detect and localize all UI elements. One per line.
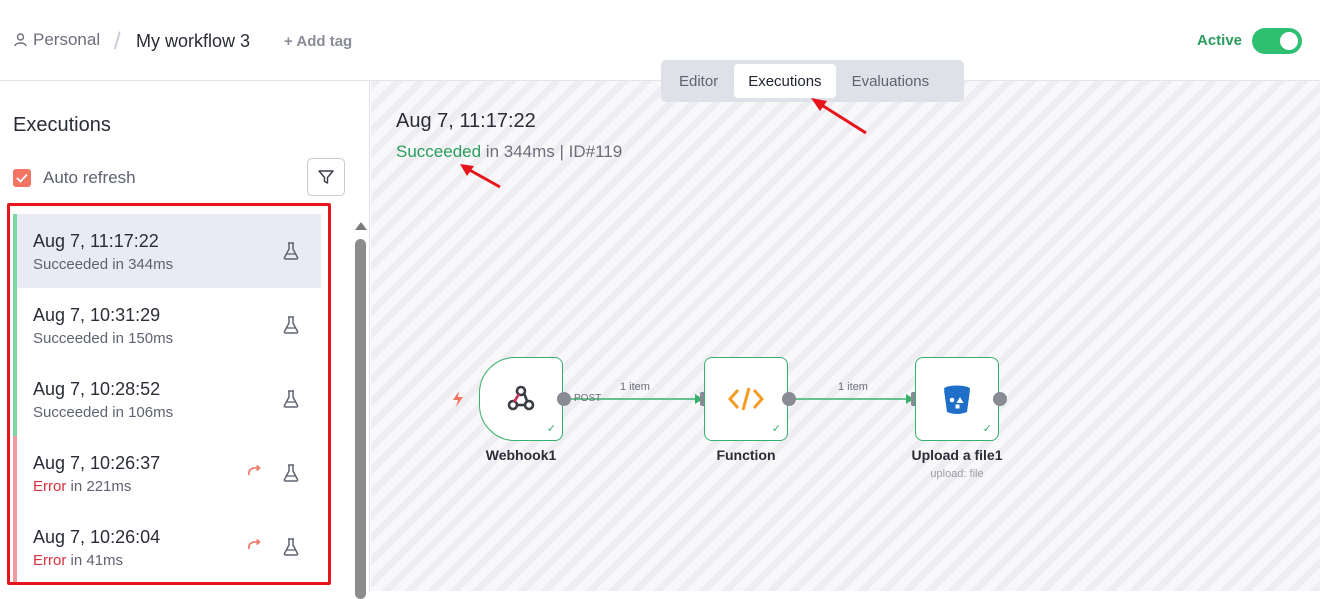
execution-time: Aug 7, 10:26:04 bbox=[33, 527, 161, 547]
annotation-arrow bbox=[460, 164, 501, 189]
status-duration: in 106ms bbox=[108, 404, 174, 421]
flask-icon[interactable] bbox=[283, 316, 299, 334]
executions-sidebar: Executions Auto refresh Aug 7, 11:17:22 … bbox=[0, 81, 370, 599]
breadcrumb-personal-label: Personal bbox=[33, 30, 101, 49]
workflow-title[interactable]: My workflow 3 bbox=[136, 31, 250, 52]
annotation-arrow bbox=[811, 98, 867, 135]
breadcrumb-personal[interactable]: Personal bbox=[14, 30, 100, 50]
breadcrumb-separator: / bbox=[114, 28, 121, 55]
node-label: Webhook1 bbox=[485, 447, 557, 463]
tab-evaluations[interactable]: Evaluations bbox=[838, 64, 944, 98]
execution-item[interactable]: Aug 7, 10:31:29 Succeeded in 150ms bbox=[13, 288, 321, 362]
connection-label: 1 item bbox=[620, 381, 650, 393]
success-check-icon: ✓ bbox=[982, 423, 992, 435]
toggle-knob bbox=[1280, 32, 1298, 50]
active-label: Active bbox=[1197, 32, 1243, 49]
execution-item[interactable]: Aug 7, 10:28:52 Succeeded in 106ms bbox=[13, 362, 321, 436]
connections-layer bbox=[570, 394, 914, 404]
trigger-bolt-icon bbox=[453, 391, 463, 407]
status-duration: in 344ms bbox=[108, 256, 174, 273]
node-upload-file[interactable]: ✓ bbox=[915, 357, 999, 441]
output-port[interactable] bbox=[993, 392, 1007, 406]
flask-icon[interactable] bbox=[283, 538, 299, 556]
tab-executions[interactable]: Executions bbox=[734, 64, 836, 98]
status-duration: in 41ms bbox=[66, 552, 124, 569]
execution-time: Aug 7, 10:31:29 bbox=[33, 305, 161, 325]
execution-time: Aug 7, 10:28:52 bbox=[33, 379, 161, 399]
node-subtitle: upload: file bbox=[930, 468, 984, 480]
execution-item[interactable]: Aug 7, 11:17:22 Succeeded in 344ms bbox=[13, 214, 321, 288]
filter-icon bbox=[318, 170, 334, 184]
execution-status: Succeeded in 150ms bbox=[33, 330, 173, 347]
user-icon bbox=[14, 33, 27, 47]
flask-icon[interactable] bbox=[283, 390, 299, 408]
status-bar bbox=[13, 510, 17, 584]
output-port[interactable] bbox=[782, 392, 796, 406]
execution-item[interactable]: Aug 7, 10:26:04 Error in 41ms bbox=[13, 510, 321, 584]
status-word: Succeeded bbox=[33, 404, 109, 421]
active-toggle[interactable] bbox=[1252, 28, 1302, 54]
filter-button[interactable] bbox=[307, 158, 345, 196]
flask-icon[interactable] bbox=[283, 242, 299, 260]
status-duration: in 150ms bbox=[108, 330, 174, 347]
execution-time: Aug 7, 10:26:37 bbox=[33, 453, 161, 473]
status-word: Error bbox=[33, 478, 67, 495]
execution-item[interactable]: Aug 7, 10:26:37 Error in 221ms bbox=[13, 436, 321, 510]
status-duration: in 221ms bbox=[66, 478, 132, 495]
execution-status: Error in 221ms bbox=[33, 478, 131, 495]
auto-refresh-label[interactable]: Auto refresh bbox=[43, 168, 136, 188]
output-port[interactable] bbox=[557, 392, 571, 406]
execution-status: Succeeded in 106ms bbox=[33, 404, 173, 421]
workflow-header: Personal / My workflow 3 + Add tag Activ… bbox=[0, 0, 1320, 81]
execution-time: Aug 7, 11:17:22 bbox=[33, 231, 159, 251]
scroll-up-arrow[interactable] bbox=[355, 222, 367, 230]
node-label: Upload a file1 bbox=[911, 447, 1003, 463]
execution-status: Error in 41ms bbox=[33, 552, 123, 569]
status-word: Succeeded bbox=[33, 256, 109, 273]
method-label: POST bbox=[574, 393, 602, 404]
node-label: Function bbox=[716, 447, 776, 463]
status-bar bbox=[13, 436, 17, 510]
node-function[interactable]: ✓ bbox=[704, 357, 788, 441]
success-check-icon: ✓ bbox=[546, 423, 556, 435]
execution-status: Succeeded in 344ms bbox=[33, 256, 173, 273]
add-tag-button[interactable]: + Add tag bbox=[284, 33, 352, 50]
flask-icon[interactable] bbox=[283, 464, 299, 482]
auto-refresh-checkbox[interactable] bbox=[13, 169, 31, 187]
execution-list: Aug 7, 11:17:22 Succeeded in 344ms Aug 7… bbox=[13, 214, 321, 584]
retry-icon[interactable] bbox=[246, 463, 262, 479]
tab-editor[interactable]: Editor bbox=[665, 64, 732, 98]
node-webhook[interactable]: ✓ bbox=[479, 357, 563, 441]
status-bar bbox=[13, 288, 17, 362]
status-bar bbox=[13, 362, 17, 436]
check-icon bbox=[16, 173, 28, 183]
retry-icon[interactable] bbox=[246, 537, 262, 553]
status-bar bbox=[13, 214, 17, 288]
status-word: Succeeded bbox=[33, 330, 109, 347]
status-word: Error bbox=[33, 552, 67, 569]
sidebar-title: Executions bbox=[13, 114, 111, 136]
success-check-icon: ✓ bbox=[771, 423, 781, 435]
workflow-canvas[interactable]: Aug 7, 11:17:22 Succeeded in 344ms | ID#… bbox=[371, 81, 1320, 591]
connection-label: 1 item bbox=[838, 381, 868, 393]
scrollbar-thumb[interactable] bbox=[355, 239, 366, 599]
